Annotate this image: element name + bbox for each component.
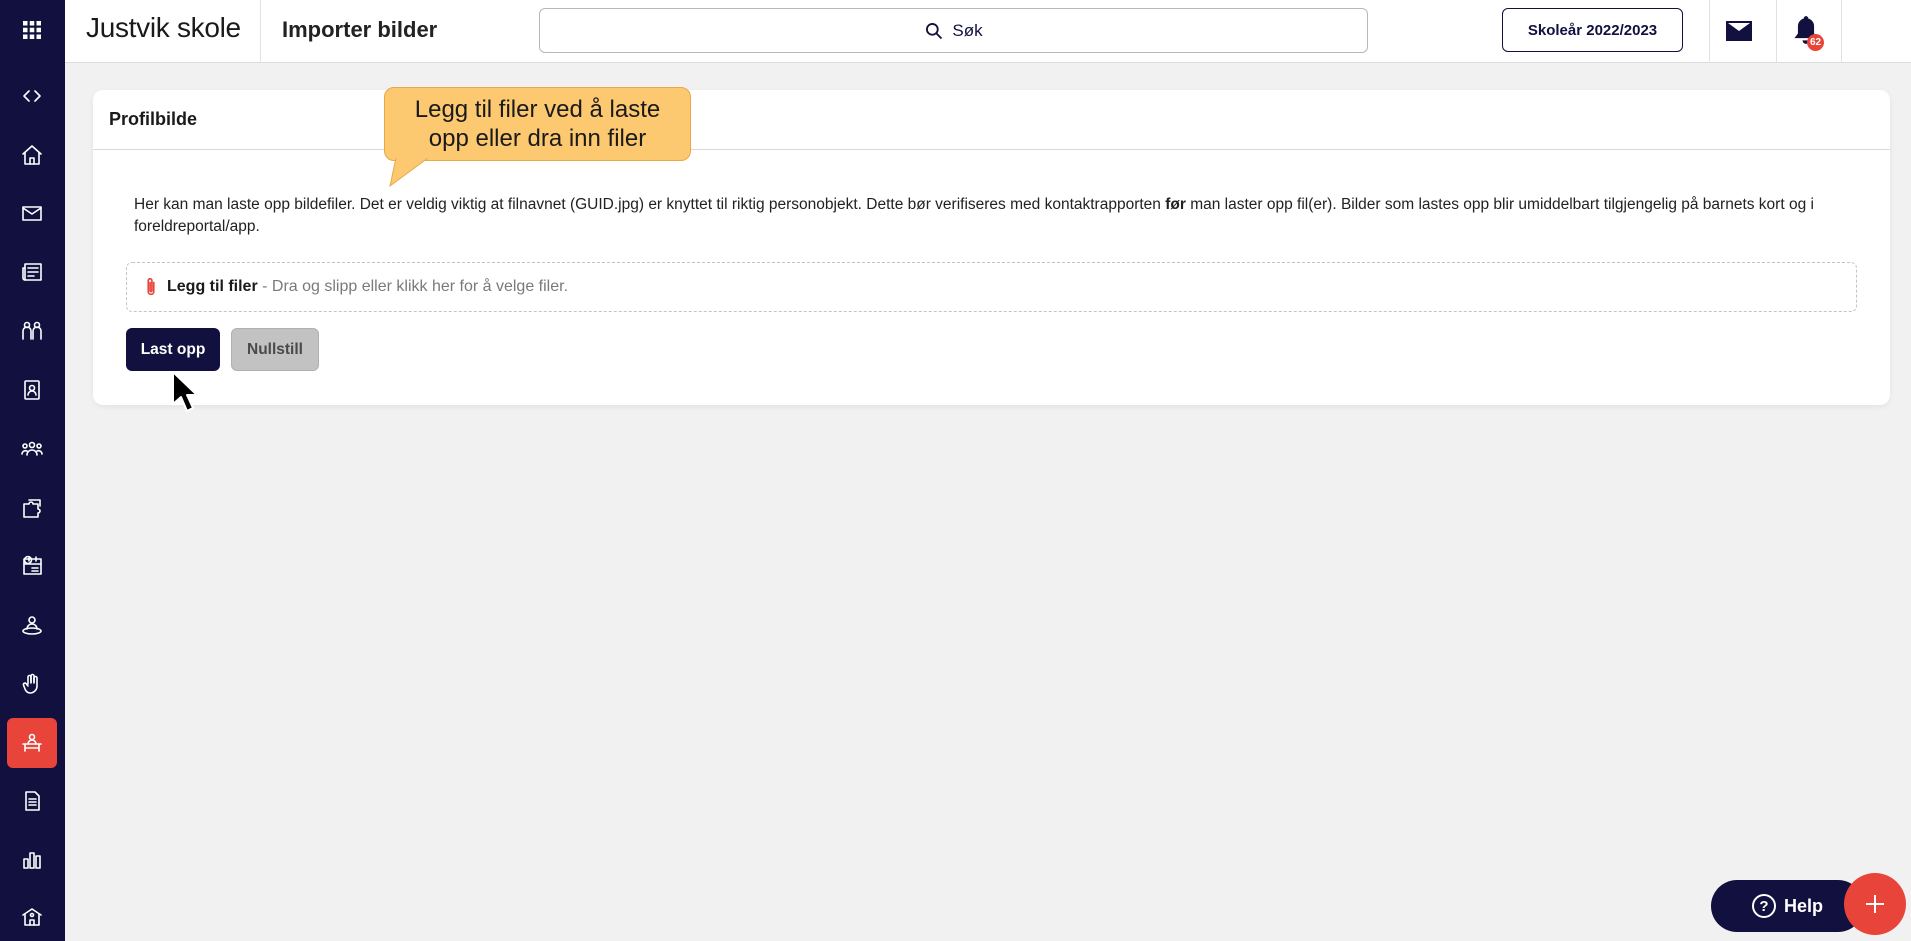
divider	[260, 0, 261, 63]
paperclip-icon	[147, 277, 155, 296]
groups-icon[interactable]	[7, 306, 57, 356]
contact-card-icon[interactable]	[7, 365, 57, 415]
person-desk-icon[interactable]	[7, 718, 57, 768]
divider	[1709, 0, 1710, 63]
reset-button[interactable]: Nullstill	[231, 328, 319, 371]
help-button[interactable]: ? Help	[1711, 880, 1864, 932]
page-title: Importer bilder	[282, 17, 438, 42]
tooltip-bubble: Legg til filer ved å laste opp eller dra…	[384, 87, 691, 161]
help-label: Help	[1783, 895, 1823, 916]
notifications-button[interactable]: 62	[1789, 12, 1825, 51]
description-bold: før	[1165, 196, 1186, 213]
apps-grid-icon[interactable]	[7, 5, 57, 55]
news-icon[interactable]	[7, 247, 57, 297]
card-title: Profilbilde	[109, 109, 198, 129]
document-icon[interactable]	[7, 776, 57, 826]
puzzle-icon[interactable]	[7, 483, 57, 533]
search-label: Søk	[952, 20, 983, 40]
bar-chart-icon[interactable]	[7, 835, 57, 885]
notification-badge: 62	[1807, 34, 1825, 51]
app-root: Justvik skole Importer bilder Søk Skoleå…	[0, 0, 1911, 941]
divider	[1776, 0, 1777, 63]
school-name[interactable]: Justvik skole	[86, 12, 241, 44]
question-circle-icon: ?	[1751, 894, 1776, 918]
sidebar	[0, 0, 65, 941]
description-part: Her kan man laste opp bildefiler. Det er…	[134, 196, 1166, 213]
card-header: Profilbilde	[93, 90, 1890, 150]
person-location-icon[interactable]	[7, 600, 57, 650]
tooltip-tail	[389, 158, 429, 188]
people-icon[interactable]	[7, 424, 57, 474]
plus-icon	[1866, 895, 1884, 913]
envelope-icon	[1726, 21, 1752, 41]
topbar: Justvik skole Importer bilder Søk Skoleå…	[65, 0, 1911, 63]
dropzone-label: Legg til filer	[167, 278, 258, 295]
search-input[interactable]: Søk	[539, 8, 1368, 53]
mouse-cursor-icon	[172, 371, 198, 412]
messages-button[interactable]	[1722, 14, 1756, 48]
profile-picture-card: Profilbilde Her kan man laste opp bildef…	[93, 90, 1890, 405]
divider	[1841, 0, 1842, 63]
mail-icon[interactable]	[7, 188, 57, 238]
file-dropzone[interactable]: Legg til filer - Dra og slipp eller klik…	[126, 262, 1857, 312]
home-icon[interactable]	[7, 130, 57, 180]
code-toggle-icon[interactable]	[7, 71, 57, 121]
school-icon[interactable]	[7, 892, 57, 941]
add-button[interactable]	[1844, 873, 1906, 935]
search-icon	[926, 22, 943, 39]
description-text: Her kan man laste opp bildefiler. Det er…	[134, 194, 1864, 238]
upload-button[interactable]: Last opp	[126, 328, 220, 371]
calendar-person-icon[interactable]	[7, 541, 57, 591]
dropzone-hint: - Dra og slipp eller klikk her for å vel…	[257, 278, 569, 295]
school-year-button[interactable]: Skoleår 2022/2023	[1502, 8, 1683, 52]
hand-icon[interactable]	[7, 659, 57, 709]
